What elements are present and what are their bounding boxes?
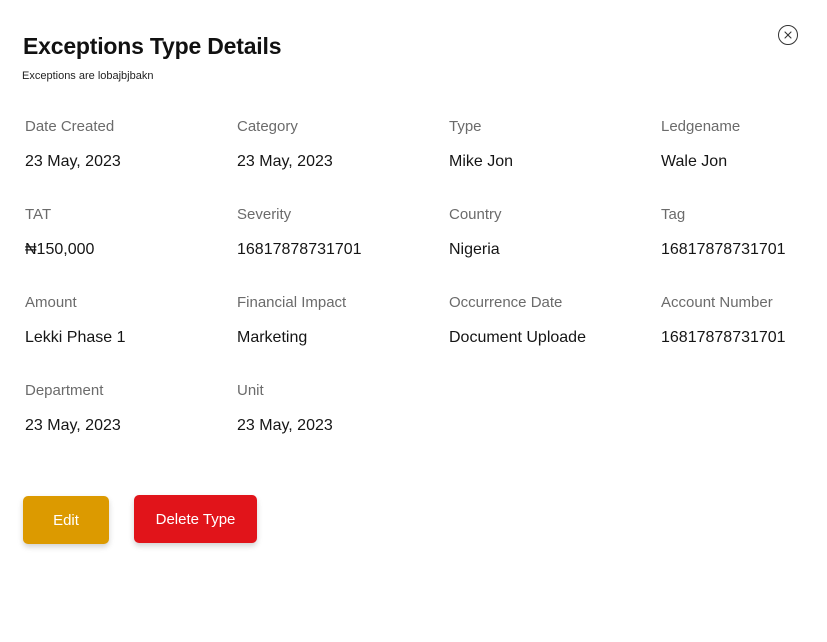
field-value: 16817878731701 [661, 329, 786, 346]
field-label: Type [449, 118, 482, 135]
field-value: Lekki Phase 1 [25, 329, 126, 346]
field-label: Unit [237, 382, 264, 399]
field-value: 16817878731701 [237, 241, 362, 258]
field-tat: TAT ₦150,000 [25, 206, 237, 294]
field-label: Account Number [661, 294, 773, 311]
field-label: Date Created [25, 118, 115, 135]
field-label: Severity [237, 206, 292, 223]
field-value: Document Uploade [449, 329, 586, 346]
page-subtitle: Exceptions are lobajbjbakn [22, 70, 154, 82]
field-label: Department [25, 382, 104, 399]
field-value: 23 May, 2023 [237, 153, 333, 170]
details-grid: Date Created 23 May, 2023 Category 23 Ma… [25, 118, 805, 470]
delete-type-button[interactable]: Delete Type [134, 495, 257, 543]
field-severity: Severity 16817878731701 [237, 206, 449, 294]
exception-type-details-modal: Exceptions Type Details Exceptions are l… [0, 0, 827, 642]
field-label: Ledgename [661, 118, 741, 135]
field-value: Nigeria [449, 241, 500, 258]
field-value: 23 May, 2023 [25, 153, 121, 170]
field-ledgename: Ledgename Wale Jon [661, 118, 805, 206]
field-type: Type Mike Jon [449, 118, 661, 206]
field-department: Department 23 May, 2023 [25, 382, 237, 470]
field-value: Mike Jon [449, 153, 514, 170]
field-account-number: Account Number 16817878731701 [661, 294, 805, 382]
field-label: TAT [25, 206, 52, 223]
field-label: Category [237, 118, 298, 135]
field-value: Wale Jon [661, 153, 728, 170]
field-date-created: Date Created 23 May, 2023 [25, 118, 237, 206]
page-title: Exceptions Type Details [23, 33, 282, 59]
field-unit: Unit 23 May, 2023 [237, 382, 449, 470]
field-country: Country Nigeria [449, 206, 661, 294]
field-value: 16817878731701 [661, 241, 786, 258]
field-value: 23 May, 2023 [237, 417, 333, 434]
close-icon [784, 31, 792, 39]
field-label: Country [449, 206, 502, 223]
field-tag: Tag 16817878731701 [661, 206, 805, 294]
field-label: Occurrence Date [449, 294, 563, 311]
field-value: 23 May, 2023 [25, 417, 121, 434]
field-occurrence-date: Occurrence Date Document Uploade [449, 294, 661, 382]
field-amount: Amount Lekki Phase 1 [25, 294, 237, 382]
field-label: Tag [661, 206, 686, 223]
field-category: Category 23 May, 2023 [237, 118, 449, 206]
field-value: Marketing [237, 329, 308, 346]
field-label: Amount [25, 294, 77, 311]
close-button[interactable] [778, 25, 798, 45]
field-value: ₦150,000 [25, 241, 95, 258]
edit-button[interactable]: Edit [23, 496, 109, 544]
field-label: Financial Impact [237, 294, 347, 311]
field-financial-impact: Financial Impact Marketing [237, 294, 449, 382]
